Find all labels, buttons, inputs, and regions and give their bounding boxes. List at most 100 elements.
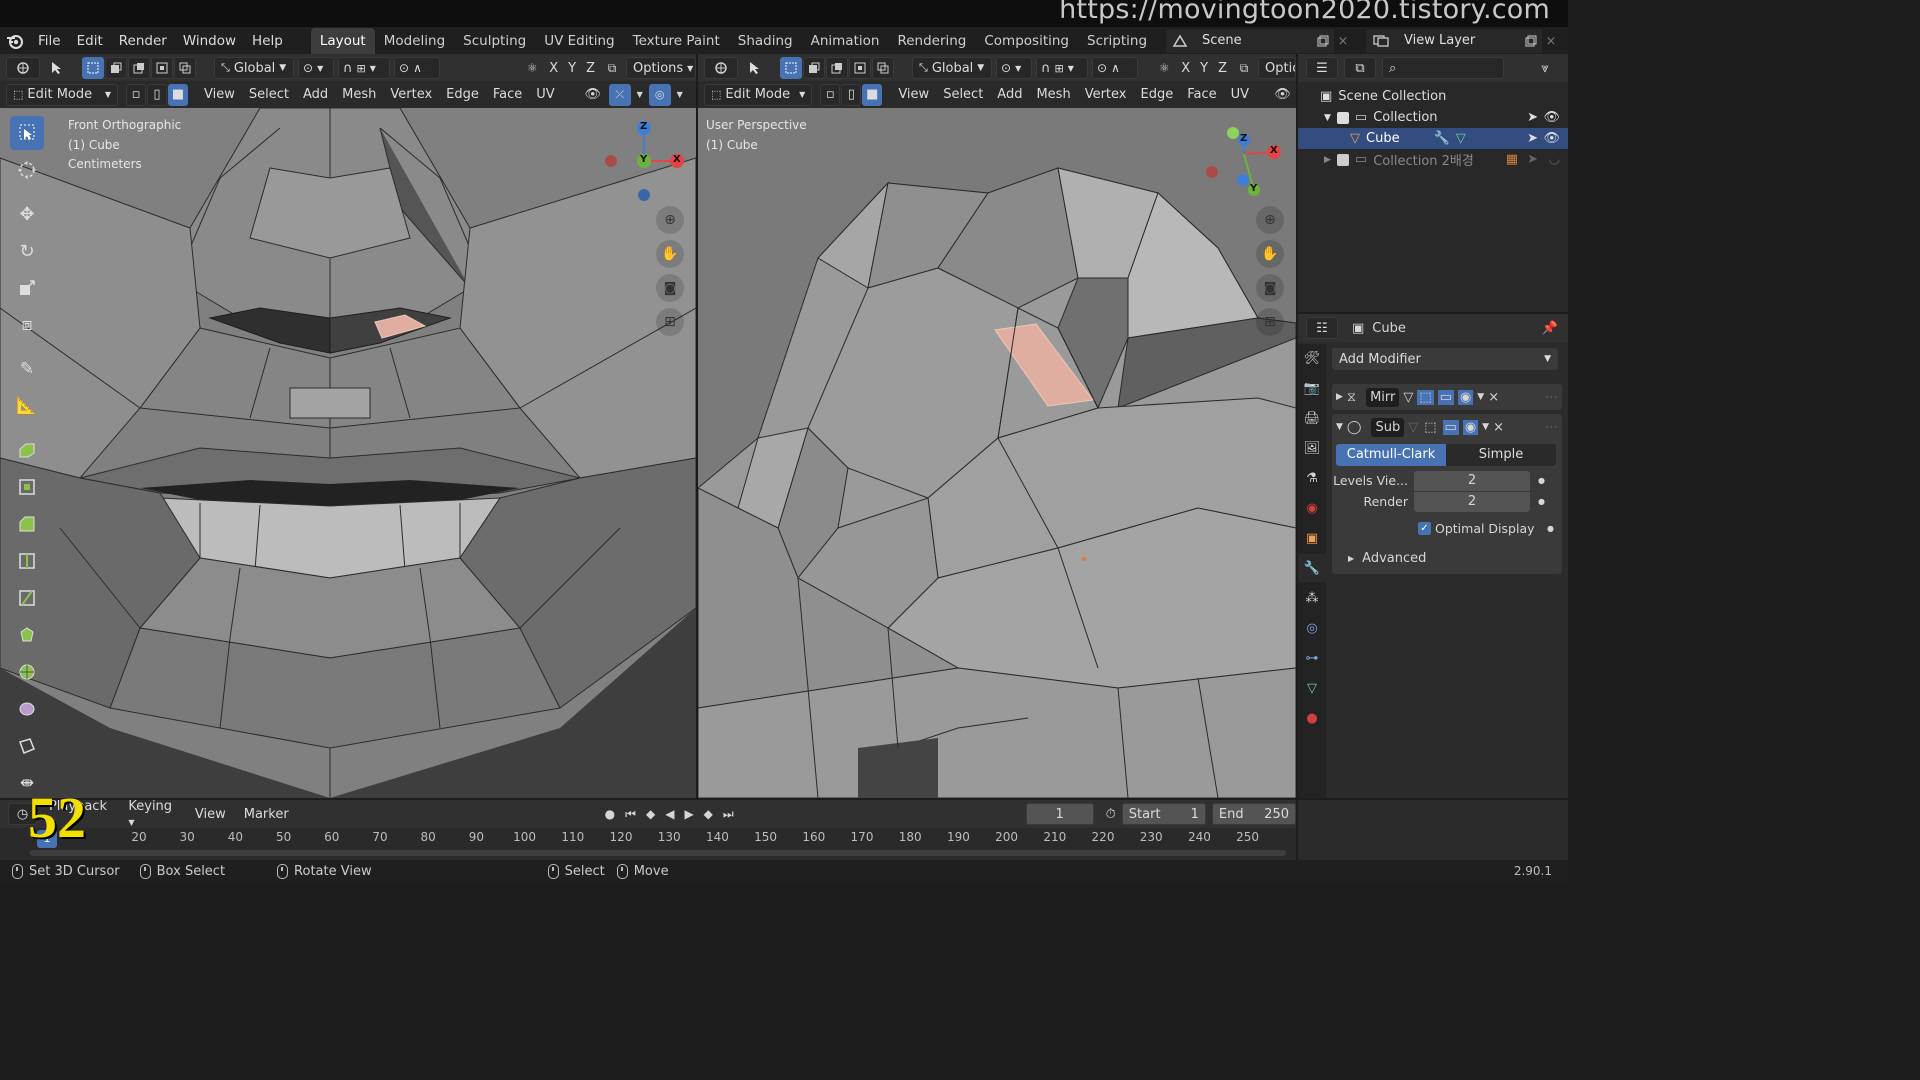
visibility-eye-icon[interactable]: 👁 <box>1269 84 1296 106</box>
keyframe-dot-icon[interactable]: ● <box>1538 476 1545 485</box>
blender-logo-icon[interactable] <box>0 27 30 55</box>
tab-modeling[interactable]: Modeling <box>375 28 454 54</box>
modifier-name-field[interactable]: Sub <box>1371 417 1405 437</box>
smooth-tool-icon[interactable] <box>10 692 44 726</box>
outliner-collection-2[interactable]: ▶ ▭ Collection 2배경 ▦ ➤ ◡ <box>1298 149 1568 170</box>
view-layer-copy-icon[interactable] <box>1520 29 1542 53</box>
modifier-name-field[interactable]: Mirr <box>1366 387 1400 407</box>
select-intersect-icon[interactable] <box>872 57 894 79</box>
particles-tab-icon[interactable]: ⁂ <box>1298 584 1326 612</box>
drag-handle-icon[interactable]: ⋯ <box>1545 390 1558 405</box>
end-frame-field[interactable]: End 250 <box>1211 803 1296 825</box>
jump-end-icon[interactable]: ⏭ <box>723 807 734 822</box>
checkbox-icon[interactable] <box>1336 153 1349 166</box>
play-icon[interactable]: ▶ <box>684 807 693 821</box>
tab-texture-paint[interactable]: Texture Paint <box>624 28 729 54</box>
select-mode-buttons[interactable] <box>82 57 196 79</box>
spin-tool-icon[interactable] <box>10 655 44 689</box>
axis-x-toggle[interactable]: X <box>546 61 561 76</box>
auto-merge-icon[interactable]: ⧉ <box>1234 57 1254 79</box>
constraints-tab-icon[interactable]: ⊶ <box>1298 644 1326 672</box>
gizmo-toggle-icon[interactable]: ⤫ <box>608 83 631 106</box>
viewport-toggle-icon[interactable]: ▭ <box>1437 389 1454 405</box>
chevron-down-icon[interactable]: ▼ <box>1477 392 1484 402</box>
timeline-scrollbar[interactable] <box>30 850 1286 856</box>
scene-copy-icon[interactable] <box>1312 29 1334 53</box>
face-select-icon[interactable]: ■ <box>862 83 883 106</box>
tool-tab-icon[interactable]: 🛠 <box>1298 344 1326 372</box>
zoom-icon[interactable]: ⊕ <box>656 206 684 234</box>
advanced-subpanel[interactable]: ▶ Advanced <box>1332 548 1562 568</box>
menu-add[interactable]: Add <box>991 87 1028 102</box>
edit-cage-icon[interactable]: ▽ <box>1408 420 1418 435</box>
menu-face[interactable]: Face <box>1181 87 1222 102</box>
select-new-icon[interactable] <box>780 57 802 79</box>
menu-face[interactable]: Face <box>487 87 528 102</box>
timeline-view-menu[interactable]: View <box>189 807 232 822</box>
axis-x-toggle[interactable]: X <box>1178 61 1193 76</box>
scene-name-field[interactable]: Scene <box>1194 29 1312 53</box>
keyframe-dot-icon[interactable]: ● <box>1547 524 1554 533</box>
viewport-toggle-icon[interactable]: ▭ <box>1442 419 1459 435</box>
select-box-tool-icon[interactable] <box>10 116 44 150</box>
scale-tool-icon[interactable] <box>10 271 44 305</box>
menu-help[interactable]: Help <box>244 27 291 55</box>
pin-icon[interactable]: 📌 <box>1542 321 1558 336</box>
menu-edit[interactable]: Edit <box>69 27 111 55</box>
menu-edge[interactable]: Edge <box>440 87 485 102</box>
navigation-gizmo[interactable]: Z X Y <box>600 118 690 208</box>
select-invert-icon[interactable] <box>849 57 871 79</box>
camera-icon[interactable]: ◙ <box>656 274 684 302</box>
edit-cage-icon[interactable]: ▽ <box>1403 390 1413 405</box>
tab-layout[interactable]: Layout <box>310 28 375 54</box>
menu-select[interactable]: Select <box>937 87 989 102</box>
menu-window[interactable]: Window <box>175 27 244 55</box>
editor-type-button[interactable] <box>6 57 40 79</box>
move-tool-icon[interactable]: ✥ <box>10 197 44 231</box>
pan-hand-icon[interactable]: ✋ <box>1256 240 1284 268</box>
menu-select[interactable]: Select <box>243 87 295 102</box>
menu-file[interactable]: File <box>30 27 69 55</box>
chevron-down-icon[interactable]: ▼ <box>633 90 647 99</box>
outliner-collection[interactable]: ▼ ▭ Collection ➤ 👁 <box>1298 107 1568 128</box>
menu-add[interactable]: Add <box>297 87 334 102</box>
view-layer-tab-icon[interactable]: 🖼 <box>1298 434 1326 462</box>
transform-orientation-dropdown[interactable]: ⤡ Global ▼ <box>912 57 992 79</box>
axis-y-toggle[interactable]: Y <box>565 61 579 76</box>
inset-tool-icon[interactable] <box>10 470 44 504</box>
jump-start-icon[interactable]: ⏮ <box>625 807 636 822</box>
eye-closed-icon[interactable]: ◡ <box>1549 152 1560 167</box>
menu-view[interactable]: View <box>198 87 241 102</box>
edge-select-icon[interactable]: ▯ <box>147 83 167 106</box>
eye-icon[interactable]: 👁 <box>1543 131 1560 146</box>
select-subtract-icon[interactable] <box>128 57 150 79</box>
view-layer-browse-icon[interactable] <box>1366 29 1396 53</box>
select-subtract-icon[interactable] <box>826 57 848 79</box>
outliner-search-input[interactable]: ⌕ <box>1382 57 1504 79</box>
tab-animation[interactable]: Animation <box>802 28 889 54</box>
select-new-icon[interactable] <box>82 57 104 79</box>
transform-orientation-dropdown[interactable]: ⤡ Global ▼ <box>214 57 294 79</box>
vertex-select-icon[interactable]: ▫ <box>126 83 146 106</box>
close-icon[interactable]: × <box>1488 390 1499 405</box>
scene-tab-icon[interactable]: ⚗ <box>1298 464 1326 492</box>
current-frame-field[interactable]: 1 <box>1025 803 1094 825</box>
tab-rendering[interactable]: Rendering <box>888 28 975 54</box>
snap-toggle[interactable]: ∩ ⊞ ▼ <box>1036 57 1088 79</box>
select-intersect-icon[interactable] <box>174 57 196 79</box>
properties-editor-type-icon[interactable]: ☷ <box>1306 317 1338 339</box>
select-tool-icon[interactable] <box>742 57 768 79</box>
checkbox-icon[interactable] <box>1336 111 1349 124</box>
mirror-icon[interactable]: ⚛ <box>1154 57 1174 79</box>
levels-viewport-field[interactable]: 2 <box>1414 470 1530 491</box>
camera-icon[interactable]: ◙ <box>1256 274 1284 302</box>
modifier-mirror[interactable]: ▶ ⧖ Mirr ▽ ⬚ ▭ ◉ ▼ × ⋯ <box>1332 384 1562 410</box>
menu-mesh[interactable]: Mesh <box>1030 87 1076 102</box>
proportional-edit-toggle[interactable]: ⊙ ∧ <box>1092 57 1138 79</box>
pan-hand-icon[interactable]: ✋ <box>656 240 684 268</box>
face-select-icon[interactable]: ■ <box>168 83 188 106</box>
object-tab-icon[interactable]: ▣ <box>1298 524 1326 552</box>
select-arrow-icon[interactable]: ➤ <box>1527 152 1538 167</box>
mode-dropdown[interactable]: ⬚ Edit Mode ▼ <box>704 83 813 106</box>
menu-uv[interactable]: UV <box>530 87 560 102</box>
